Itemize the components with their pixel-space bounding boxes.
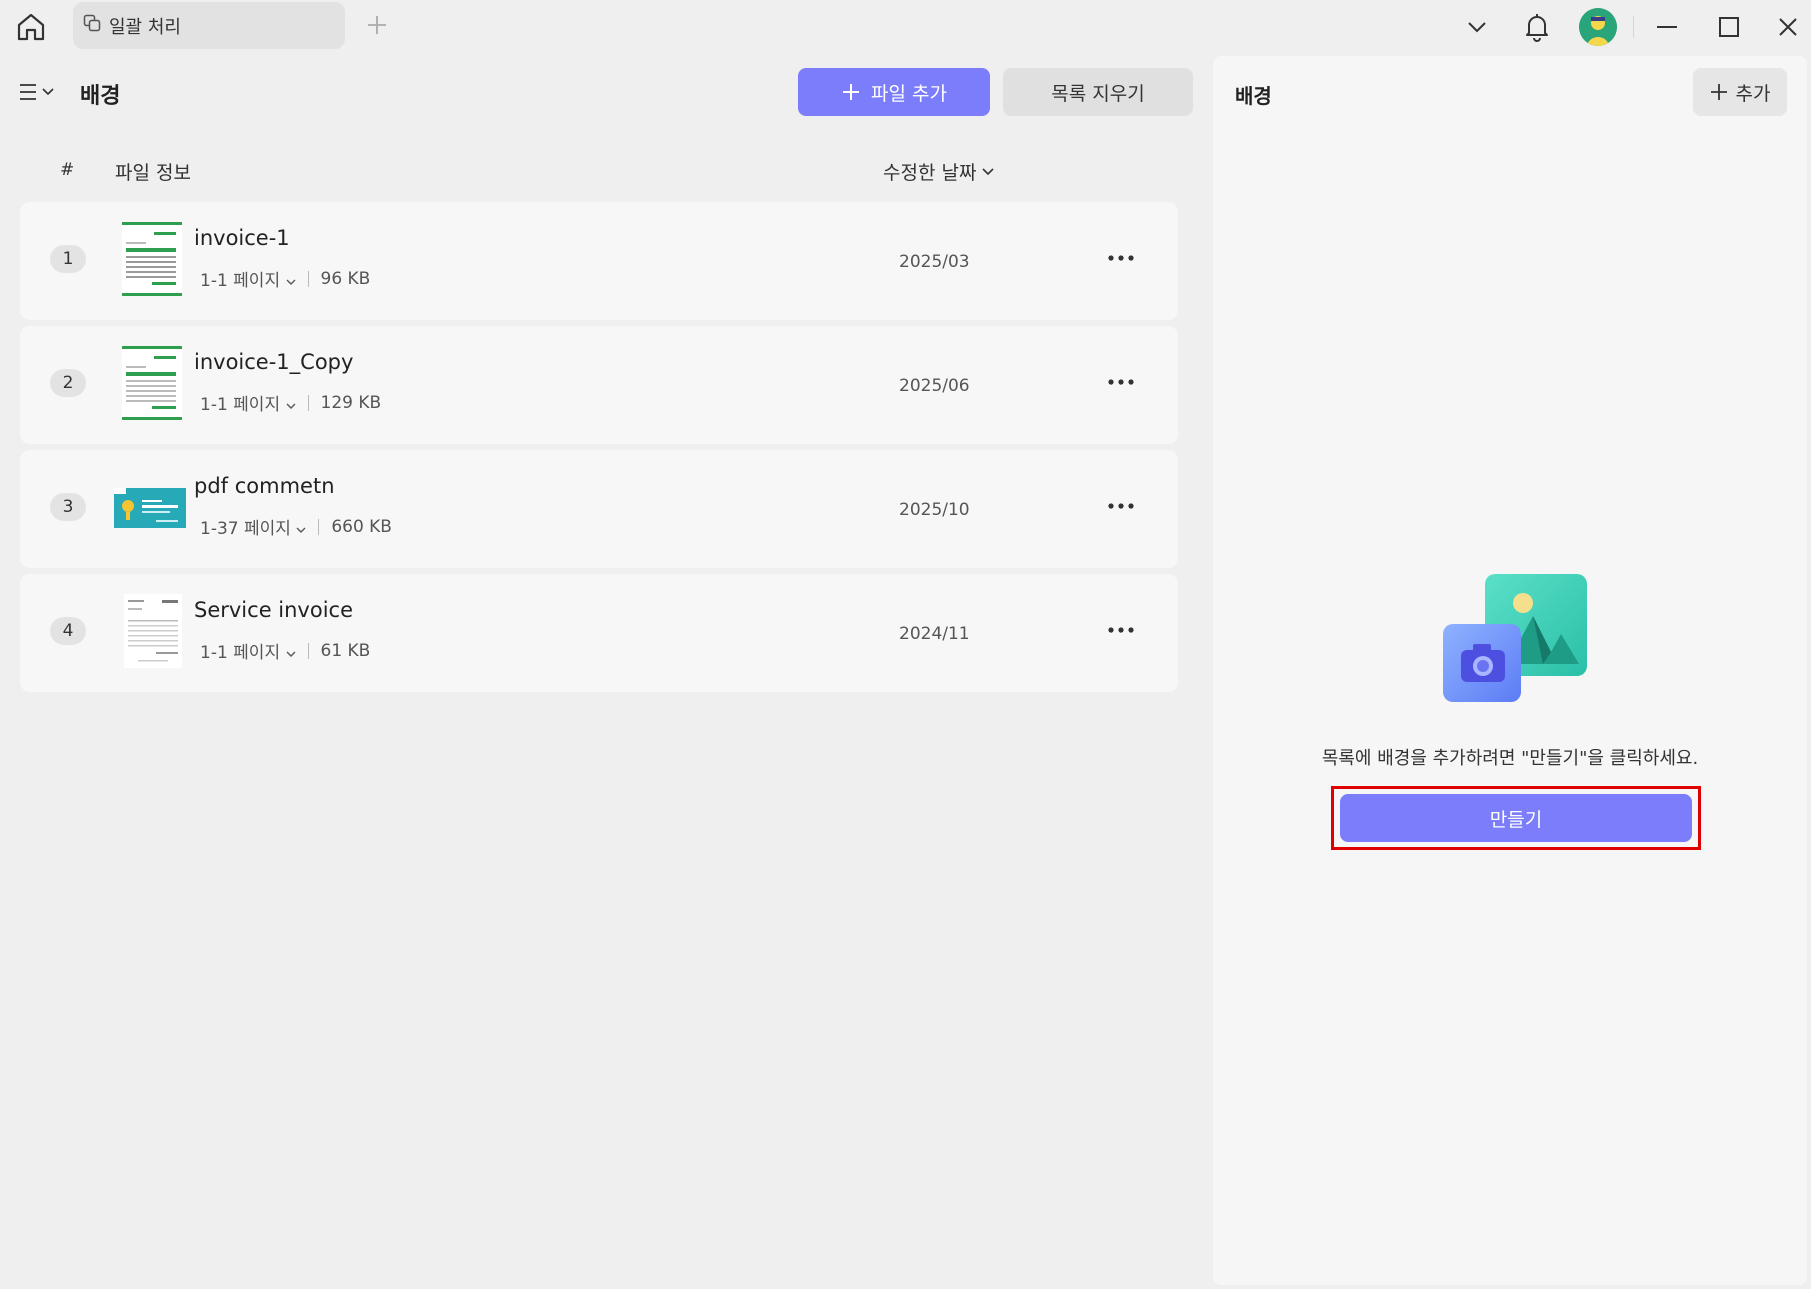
create-button[interactable]: 만들기 (1340, 794, 1692, 842)
tab-label: 일괄 처리 (109, 16, 181, 38)
divider (318, 518, 320, 535)
add-background-button[interactable]: 추가 (1693, 68, 1787, 116)
bell-icon[interactable] (1520, 10, 1554, 44)
file-meta: 1-1 페이지 61 KB (200, 638, 371, 664)
image-placeholder-icon (1429, 574, 1599, 708)
background-panel: 배경 추가 목록에 배경을 추가하려면 "만들기"을 클릭하세요. 만들기 (1213, 56, 1807, 1285)
chevron-down-icon (42, 88, 54, 96)
highlight-box: 만들기 (1331, 786, 1701, 850)
new-tab-plus-icon[interactable] (364, 12, 390, 38)
minimize-icon[interactable] (1650, 10, 1684, 44)
file-date: 2024/11 (899, 624, 970, 644)
avatar[interactable] (1579, 8, 1617, 46)
file-name: invoice-1 (194, 226, 290, 250)
create-label: 만들기 (1489, 808, 1543, 831)
file-meta: 1-37 페이지 660 KB (200, 514, 392, 540)
row-number: 4 (50, 617, 86, 645)
file-thumbnail (112, 594, 184, 668)
column-header-date-label: 수정한 날짜 (883, 162, 977, 184)
page-range-dropdown[interactable]: 1-1 페이지 (200, 266, 296, 291)
file-thumbnail (112, 470, 186, 544)
more-options-icon[interactable] (1105, 246, 1137, 270)
file-size: 660 KB (331, 516, 392, 537)
file-thumbnail (112, 222, 184, 296)
file-size: 96 KB (320, 268, 371, 289)
add-file-label: 파일 추가 (871, 82, 947, 105)
table-row[interactable]: 3 pdf commetn 1-37 페이지 660 KB 2025/10 (20, 450, 1178, 568)
clear-list-button[interactable]: 목록 지우기 (1003, 68, 1193, 116)
page-title: 배경 (80, 84, 121, 109)
copy-icon (83, 14, 101, 37)
home-icon[interactable] (14, 10, 48, 44)
file-list-panel: 배경 파일 추가 목록 지우기 # 파일 정보 수정한 날짜 1 invoice… (0, 56, 1206, 1285)
panel-title: 배경 (1235, 84, 1272, 108)
file-size: 61 KB (320, 640, 371, 661)
column-header-number: # (60, 160, 75, 180)
chevron-down-icon (296, 527, 306, 533)
maximize-icon[interactable] (1712, 10, 1746, 44)
chevron-down-icon (286, 651, 295, 657)
table-row[interactable]: 2 invoice-1_Copy 1-1 페이지 129 KB 2025/06 (20, 326, 1178, 444)
clear-list-label: 목록 지우기 (1051, 82, 1145, 105)
file-name: Service invoice (194, 598, 354, 622)
chevron-down-icon (982, 167, 995, 175)
divider (307, 642, 309, 659)
file-name: invoice-1_Copy (194, 350, 354, 374)
row-number: 2 (50, 369, 86, 397)
file-thumbnail (112, 346, 184, 420)
plus-icon (843, 84, 860, 100)
more-options-icon[interactable] (1105, 494, 1137, 518)
file-meta: 1-1 페이지 96 KB (200, 266, 371, 292)
chevron-down-icon[interactable] (1460, 10, 1494, 44)
page-range-dropdown[interactable]: 1-37 페이지 (200, 514, 306, 539)
chevron-down-icon (286, 279, 295, 285)
more-options-icon[interactable] (1105, 618, 1137, 642)
add-file-button[interactable]: 파일 추가 (798, 68, 990, 116)
title-bar: 일괄 처리 (0, 0, 1811, 54)
file-size: 129 KB (320, 392, 382, 413)
row-number: 1 (50, 245, 86, 273)
plus-icon (1710, 84, 1727, 100)
file-meta: 1-1 페이지 129 KB (200, 390, 382, 416)
column-header-modified-date[interactable]: 수정한 날짜 (883, 158, 995, 185)
close-icon[interactable] (1771, 10, 1805, 44)
empty-state-hint: 목록에 배경을 추가하려면 "만들기"을 클릭하세요. (1321, 748, 1699, 769)
chevron-down-icon (286, 403, 295, 409)
file-date: 2025/06 (899, 376, 970, 396)
file-date: 2025/03 (899, 252, 970, 272)
page-range-dropdown[interactable]: 1-1 페이지 (200, 638, 296, 663)
titlebar-divider (1633, 16, 1634, 38)
divider (307, 394, 309, 411)
divider (307, 270, 309, 287)
file-name: pdf commetn (194, 474, 335, 498)
list-menu-button[interactable] (18, 78, 58, 106)
table-row[interactable]: 4 Service invoice 1-1 페이지 61 KB 2024/11 (20, 574, 1178, 692)
page-range-dropdown[interactable]: 1-1 페이지 (200, 390, 296, 415)
column-header-file-info: 파일 정보 (115, 162, 191, 184)
more-options-icon[interactable] (1105, 370, 1137, 394)
table-row[interactable]: 1 invoice-1 1-1 페이지 96 KB 2025/03 (20, 202, 1178, 320)
hamburger-icon (20, 84, 36, 100)
row-number: 3 (50, 493, 86, 521)
add-label: 추가 (1735, 82, 1771, 105)
tab-batch-process[interactable]: 일괄 처리 (73, 2, 345, 49)
file-date: 2025/10 (899, 500, 970, 520)
